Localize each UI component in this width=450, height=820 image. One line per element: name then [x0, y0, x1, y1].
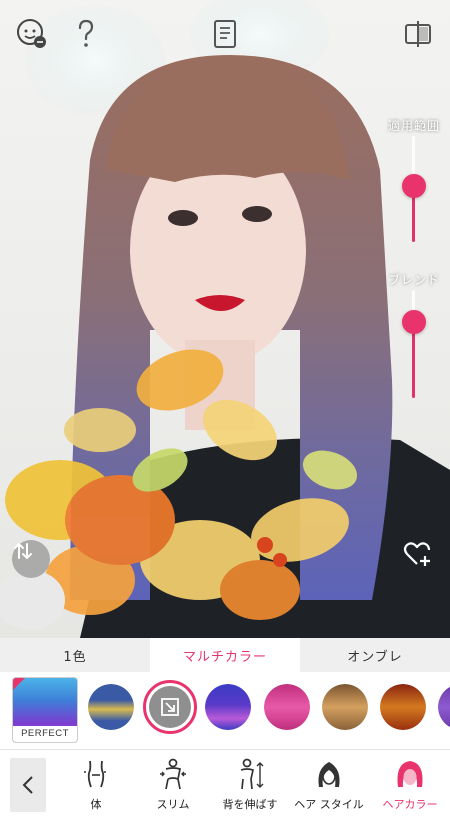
- color-mode-tabs: 1色 マルチカラー オンブレ: [0, 638, 450, 672]
- swatch-blue-purple[interactable]: [205, 684, 251, 730]
- nav-hair-color[interactable]: ヘアカラー: [370, 756, 450, 816]
- help-button[interactable]: [66, 14, 106, 54]
- nav-slim[interactable]: スリム: [133, 756, 213, 816]
- range-slider-label: 適用範囲: [387, 119, 440, 133]
- taller-icon: [240, 758, 264, 790]
- nav-hair-color-label: ヘアカラー: [382, 798, 438, 811]
- blend-slider-thumb[interactable]: [402, 310, 426, 334]
- swatch-magenta[interactable]: [264, 684, 310, 730]
- color-swatch-list: PERFECT: [0, 672, 450, 750]
- edit-color-icon: [161, 698, 179, 716]
- add-favorite-button[interactable]: [403, 540, 435, 572]
- hair-style-icon: [318, 762, 340, 787]
- help-icon: [78, 19, 94, 47]
- nav-taller[interactable]: 背を伸ばす: [210, 756, 290, 816]
- document-button[interactable]: [205, 14, 245, 54]
- tab-single-color[interactable]: 1色: [0, 638, 150, 672]
- swatch-red-orange[interactable]: [380, 684, 426, 730]
- face-compare-button[interactable]: [12, 14, 52, 54]
- portrait-image: [0, 0, 450, 638]
- body-icon: [84, 760, 108, 788]
- nav-hair-style[interactable]: ヘア スタイル: [289, 756, 369, 816]
- tab-ombre[interactable]: オンブレ: [300, 638, 450, 672]
- heart-plus-icon: [403, 542, 431, 566]
- nav-body-label: 体: [90, 798, 102, 811]
- blend-slider-label: ブレンド: [387, 273, 440, 287]
- perfect-preset[interactable]: PERFECT: [12, 677, 78, 743]
- photo-canvas[interactable]: 適用範囲 ブレンド: [0, 0, 450, 638]
- face-compare-icon: [17, 19, 46, 48]
- swatch-blue-gold[interactable]: [88, 684, 134, 730]
- back-button[interactable]: [10, 758, 46, 812]
- split-view-icon: [405, 21, 431, 47]
- nav-slim-label: スリム: [156, 798, 190, 811]
- bottom-nav: 体 スリム 背を伸ばす ヘア スタイル ヘアカラー: [0, 750, 450, 820]
- perfect-badge: [13, 678, 25, 690]
- chevron-left-icon: [22, 776, 33, 794]
- swap-icon: [14, 542, 32, 560]
- split-view-button[interactable]: [398, 14, 438, 54]
- nav-taller-label: 背を伸ばす: [222, 798, 278, 811]
- tab-multi-color[interactable]: マルチカラー: [150, 638, 300, 672]
- perfect-label: PERFECT: [13, 726, 77, 742]
- nav-hair-style-label: ヘア スタイル: [294, 798, 364, 811]
- swatch-violet[interactable]: [438, 684, 450, 730]
- swap-button[interactable]: [12, 540, 50, 578]
- nav-body[interactable]: 体: [56, 756, 136, 816]
- swatch-custom-selected[interactable]: [143, 680, 197, 734]
- range-slider-thumb[interactable]: [402, 174, 426, 198]
- document-icon: [214, 20, 236, 48]
- swatch-brown-gold[interactable]: [322, 684, 368, 730]
- hair-color-icon: [397, 761, 423, 787]
- slim-icon: [160, 758, 186, 790]
